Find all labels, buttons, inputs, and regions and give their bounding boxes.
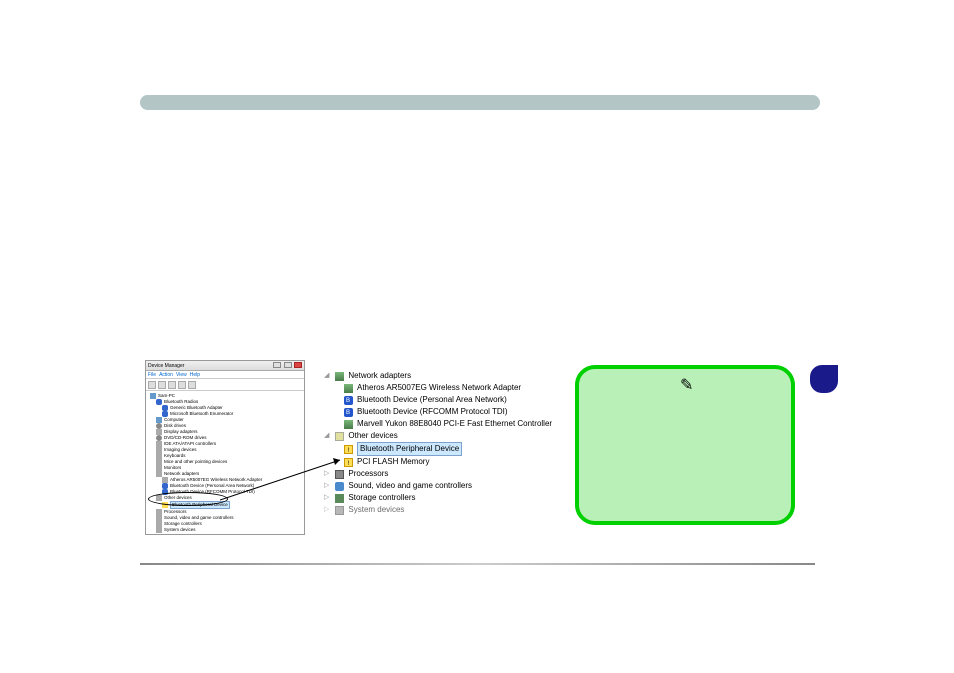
tree-expander-icon: ◢ <box>324 370 329 382</box>
close-icon[interactable] <box>294 362 302 368</box>
minimize-icon[interactable] <box>273 362 281 368</box>
footer-divider <box>140 563 815 565</box>
window-title: Device Manager <box>148 363 184 369</box>
titlebar: Device Manager <box>146 361 304 371</box>
tree-expander-icon: ▷ <box>324 480 329 492</box>
sound-icon <box>335 482 344 491</box>
tree-item-bt-peripheral-selected[interactable]: Bluetooth Peripheral Device <box>320 442 555 456</box>
other-icon <box>156 495 162 501</box>
other-devices-icon <box>335 432 344 441</box>
tree-item-bt-pan[interactable]: Bluetooth Device (Personal Area Network) <box>320 394 555 406</box>
tree-category-sound[interactable]: ▷Sound, video and game controllers <box>320 480 555 492</box>
tree-item-pci-flash[interactable]: PCI FLASH Memory <box>320 456 555 468</box>
toolbar-refresh-icon[interactable] <box>188 381 196 389</box>
network-adapter-icon <box>335 372 344 381</box>
window-buttons <box>272 362 302 370</box>
device-tree-zoom: ◢Network adapters Atheros AR5007EG Wirel… <box>320 370 555 530</box>
warning-icon <box>162 502 168 508</box>
menu-action[interactable]: Action <box>159 372 173 378</box>
adapter-icon <box>344 384 353 393</box>
tree-expander-icon: ▷ <box>324 504 329 516</box>
tree-item[interactable]: System devices <box>150 527 302 533</box>
tree-expander-icon: ▷ <box>324 468 329 480</box>
tree-expander-icon: ◢ <box>324 430 329 442</box>
bluetooth-icon <box>344 396 353 405</box>
maximize-icon[interactable] <box>284 362 292 368</box>
warning-icon <box>344 458 353 467</box>
tree-item-bt-rfcomm[interactable]: Bluetooth Device (RFCOMM Protocol TDI) <box>320 406 555 418</box>
toolbar-back-icon[interactable] <box>148 381 156 389</box>
tree-category-storage[interactable]: ▷Storage controllers <box>320 492 555 504</box>
page-tab-marker <box>810 365 838 393</box>
toolbar-prop-icon[interactable] <box>168 381 176 389</box>
tree-category-other[interactable]: ◢Other devices <box>320 430 555 442</box>
menu-help[interactable]: Help <box>190 372 200 378</box>
adapter-icon <box>344 420 353 429</box>
toolbar-scan-icon[interactable] <box>178 381 186 389</box>
toolbar <box>146 379 304 391</box>
menu-file[interactable]: File <box>148 372 156 378</box>
toolbar-forward-icon[interactable] <box>158 381 166 389</box>
device-tree: Sam-PC Bluetooth Radios Generic Bluetoot… <box>146 391 304 535</box>
tree-item-selected[interactable]: Bluetooth Peripheral Device <box>150 501 302 509</box>
bluetooth-icon <box>156 399 162 405</box>
tree-expander-icon: ▷ <box>324 492 329 504</box>
section-header-bar <box>140 95 820 110</box>
tree-category-system[interactable]: ▷System devices <box>320 504 555 516</box>
pencil-icon: ✎ <box>680 375 693 395</box>
menubar: File Action View Help <box>146 371 304 379</box>
tree-category-network[interactable]: ◢Network adapters <box>320 370 555 382</box>
computer-icon <box>150 393 156 399</box>
tree-item-marvell[interactable]: Marvell Yukon 88E8040 PCI-E Fast Etherne… <box>320 418 555 430</box>
processor-icon <box>335 470 344 479</box>
bluetooth-icon <box>344 408 353 417</box>
menu-view[interactable]: View <box>176 372 187 378</box>
tree-category-processors[interactable]: ▷Processors <box>320 468 555 480</box>
tree-item-atheros[interactable]: Atheros AR5007EG Wireless Network Adapte… <box>320 382 555 394</box>
system-icon <box>335 506 344 515</box>
warning-icon <box>344 445 353 454</box>
system-icon <box>156 527 162 533</box>
storage-icon <box>335 494 344 503</box>
device-manager-window: Device Manager File Action View Help Sam… <box>145 360 305 535</box>
